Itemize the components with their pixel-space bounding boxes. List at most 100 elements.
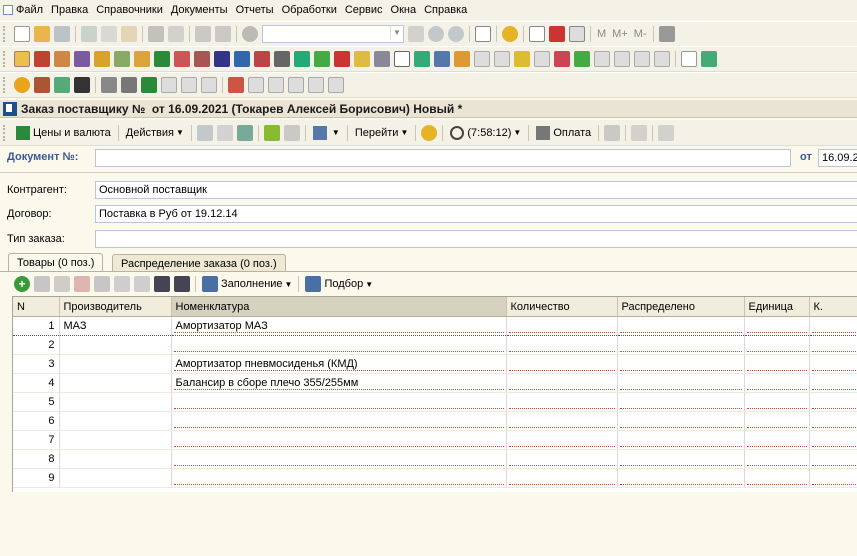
- fill-menu-button[interactable]: Заполнение ▼: [199, 276, 295, 292]
- invoice-icon[interactable]: [594, 51, 610, 67]
- column-header-maker[interactable]: Производитель: [59, 297, 172, 317]
- pick-menu-button[interactable]: Подбор ▼: [302, 276, 376, 292]
- row-number-cell[interactable]: 5: [13, 392, 60, 412]
- unpost-document-icon[interactable]: [283, 124, 300, 141]
- menu-windows[interactable]: Окна: [387, 0, 421, 20]
- unit-cell[interactable]: [744, 449, 810, 469]
- waybill-b-icon[interactable]: [181, 77, 197, 93]
- quantity-cell[interactable]: [506, 373, 618, 393]
- find-prev-icon[interactable]: [448, 26, 464, 42]
- distributed-cell[interactable]: [617, 354, 745, 374]
- cash-icon[interactable]: [514, 51, 530, 67]
- list-icon[interactable]: [394, 51, 410, 67]
- contractors-icon[interactable]: [114, 51, 130, 67]
- column-header-quantity[interactable]: Количество: [506, 297, 618, 317]
- search-combo[interactable]: ▼: [262, 25, 404, 43]
- maker-cell[interactable]: [59, 392, 172, 412]
- cut-icon[interactable]: [81, 26, 97, 42]
- print-preview-icon[interactable]: [168, 26, 184, 42]
- waybill-d-icon[interactable]: [268, 77, 284, 93]
- k-cell[interactable]: [809, 449, 857, 469]
- maker-cell[interactable]: [59, 430, 172, 450]
- menu-reports[interactable]: Отчеты: [232, 0, 278, 20]
- memory-sub-button[interactable]: M-: [634, 28, 647, 40]
- add-row-icon[interactable]: [196, 124, 213, 141]
- k-cell[interactable]: [809, 468, 857, 488]
- quantity-cell[interactable]: [506, 392, 618, 412]
- prices-currency-button[interactable]: Цены и валюта: [12, 123, 115, 143]
- table-row[interactable]: 5: [13, 392, 857, 412]
- table-row[interactable]: 3 Амортизатор пневмосиденья (КМД): [13, 354, 857, 374]
- k-cell[interactable]: [809, 430, 857, 450]
- hammer-icon[interactable]: [101, 77, 117, 93]
- post-document-icon[interactable]: [263, 124, 280, 141]
- column-header-k[interactable]: К.: [809, 297, 857, 317]
- cash-book-icon[interactable]: [34, 77, 50, 93]
- row-number-cell[interactable]: 1: [13, 316, 60, 336]
- clear-search-icon[interactable]: [408, 26, 424, 42]
- nomenclature-cell[interactable]: [171, 392, 507, 412]
- distributed-cell[interactable]: [617, 430, 745, 450]
- memory-button[interactable]: M: [597, 28, 606, 40]
- delete-icon[interactable]: [74, 276, 90, 292]
- warehouse-icon[interactable]: [34, 51, 50, 67]
- search-icon[interactable]: [242, 26, 258, 42]
- toolbar-grip[interactable]: [3, 26, 9, 42]
- order-type-field[interactable]: [95, 230, 857, 248]
- table-row[interactable]: 6: [13, 411, 857, 431]
- k-cell[interactable]: [809, 316, 857, 336]
- save-icon[interactable]: [54, 26, 70, 42]
- table-row[interactable]: 8: [13, 449, 857, 469]
- nomenclature-cell[interactable]: Амортизатор пневмосиденья (КМД): [171, 354, 507, 374]
- move-down-icon[interactable]: [134, 276, 150, 292]
- employee-icon[interactable]: [134, 51, 150, 67]
- sort-asc-icon[interactable]: [154, 276, 170, 292]
- settings-icon[interactable]: [274, 51, 290, 67]
- row-number-cell[interactable]: 6: [13, 411, 60, 431]
- unit-cell[interactable]: [744, 354, 810, 374]
- payment-button[interactable]: Оплата: [532, 123, 595, 143]
- waybill-a-icon[interactable]: [161, 77, 177, 93]
- windows-icon[interactable]: [475, 26, 491, 42]
- wrench-icon[interactable]: [121, 77, 137, 93]
- add-icon[interactable]: +: [14, 276, 30, 292]
- ledger-icon[interactable]: [194, 51, 210, 67]
- nomenclature-cell[interactable]: Амортизатор МАЗ: [171, 316, 507, 336]
- unit-cell[interactable]: [744, 373, 810, 393]
- menu-processing[interactable]: Обработки: [278, 0, 341, 20]
- k-cell[interactable]: [809, 373, 857, 393]
- journal-icon[interactable]: [681, 51, 697, 67]
- row-number-cell[interactable]: 3: [13, 354, 60, 374]
- calculator-icon[interactable]: [529, 26, 545, 42]
- row-number-cell[interactable]: 8: [13, 449, 60, 469]
- contract-field[interactable]: Поставка в Руб от 19.12.14: [95, 205, 857, 223]
- menu-documents[interactable]: Документы: [167, 0, 232, 20]
- settings-panel-icon[interactable]: [658, 124, 675, 141]
- end-edit-icon[interactable]: [94, 276, 110, 292]
- maker-cell[interactable]: [59, 468, 172, 488]
- menu-edit[interactable]: Правка: [47, 0, 92, 20]
- rko-icon[interactable]: [494, 51, 510, 67]
- distributed-cell[interactable]: [617, 335, 745, 355]
- waybill-c-icon[interactable]: [201, 77, 217, 93]
- quantity-cell[interactable]: [506, 354, 618, 374]
- time-button[interactable]: (7:58:12) ▼: [446, 123, 525, 143]
- tools-icon[interactable]: [658, 26, 675, 42]
- nomenclature-cell[interactable]: [171, 411, 507, 431]
- k-cell[interactable]: [809, 335, 857, 355]
- monitor-icon[interactable]: [294, 51, 310, 67]
- undo-icon[interactable]: [195, 26, 211, 42]
- waybill-e-icon[interactable]: [288, 77, 304, 93]
- pin-tool-icon[interactable]: [74, 77, 90, 93]
- table-row[interactable]: 4 Балансир в сборе плечо 355/255мм: [13, 373, 857, 393]
- plus-minus-icon[interactable]: [314, 51, 330, 67]
- row-number-cell[interactable]: 4: [13, 373, 60, 393]
- distributed-cell[interactable]: [617, 411, 745, 431]
- pin-icon[interactable]: [374, 51, 390, 67]
- toolbar-grip[interactable]: [3, 77, 9, 93]
- refresh-icon[interactable]: [236, 124, 253, 141]
- dollar-icon[interactable]: [141, 77, 157, 93]
- quantity-cell[interactable]: [506, 335, 618, 355]
- structure-icon[interactable]: [254, 51, 270, 67]
- maker-cell[interactable]: [59, 449, 172, 469]
